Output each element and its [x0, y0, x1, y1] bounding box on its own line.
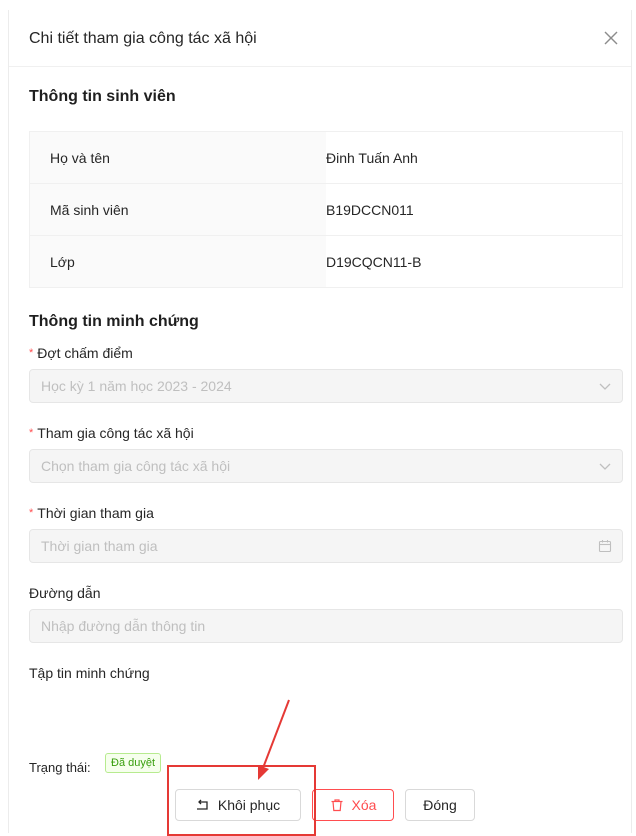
chevron-down-icon	[599, 463, 611, 470]
highlight-box	[167, 765, 316, 836]
evidence-files-label: Tập tin minh chứng	[29, 665, 150, 681]
link-label: Đường dẫn	[29, 585, 101, 601]
link-placeholder: Nhập đường dẫn thông tin	[41, 618, 206, 634]
activity-placeholder: Chọn tham gia công tác xã hội	[41, 458, 231, 474]
period-value: Học kỳ 1 năm học 2023 - 2024	[41, 378, 232, 394]
close-icon	[604, 31, 618, 45]
evidence-info-title: Thông tin minh chứng	[29, 313, 199, 330]
table-row: Mã sinh viên B19DCCN011	[29, 183, 623, 236]
time-placeholder: Thời gian tham gia	[41, 538, 158, 554]
delete-button[interactable]: Xóa	[312, 789, 394, 821]
activity-select[interactable]: Chọn tham gia công tác xã hội	[29, 449, 623, 483]
link-input[interactable]: Nhập đường dẫn thông tin	[29, 609, 623, 643]
chevron-down-icon	[599, 383, 611, 390]
class-value: D19CQCN11-B	[326, 253, 422, 270]
trash-icon	[331, 799, 343, 812]
required-mark: *	[29, 507, 34, 519]
time-label: * Thời gian tham gia	[29, 505, 154, 521]
class-label: Lớp	[29, 235, 326, 288]
table-row: Họ và tên Đinh Tuấn Anh	[29, 131, 623, 184]
modal-title: Chi tiết tham gia công tác xã hội	[29, 30, 257, 47]
close-button[interactable]	[601, 28, 621, 48]
close-modal-label: Đóng	[423, 797, 457, 813]
status-label: Trạng thái:	[29, 760, 91, 775]
modal-header: Chi tiết tham gia công tác xã hội	[9, 10, 631, 67]
student-info-table: Họ và tên Đinh Tuấn Anh Mã sinh viên B19…	[29, 131, 623, 288]
close-modal-button[interactable]: Đóng	[405, 789, 475, 821]
detail-modal: Chi tiết tham gia công tác xã hội Thông …	[8, 10, 632, 836]
name-value: Đinh Tuấn Anh	[326, 149, 418, 166]
time-picker[interactable]: Thời gian tham gia	[29, 529, 623, 563]
delete-label: Xóa	[351, 797, 377, 813]
student-info-title: Thông tin sinh viên	[29, 88, 176, 105]
activity-label: * Tham gia công tác xã hội	[29, 425, 194, 441]
student-id-label: Mã sinh viên	[29, 183, 326, 236]
period-select[interactable]: Học kỳ 1 năm học 2023 - 2024	[29, 369, 623, 403]
student-id-value: B19DCCN011	[326, 201, 414, 218]
table-row: Lớp D19CQCN11-B	[29, 235, 623, 288]
name-label: Họ và tên	[29, 131, 326, 184]
status-badge: Đã duyệt	[105, 753, 162, 773]
required-mark: *	[29, 347, 34, 359]
calendar-icon	[598, 540, 612, 553]
required-mark: *	[29, 427, 34, 439]
period-label: * Đợt chấm điểm	[29, 345, 133, 361]
